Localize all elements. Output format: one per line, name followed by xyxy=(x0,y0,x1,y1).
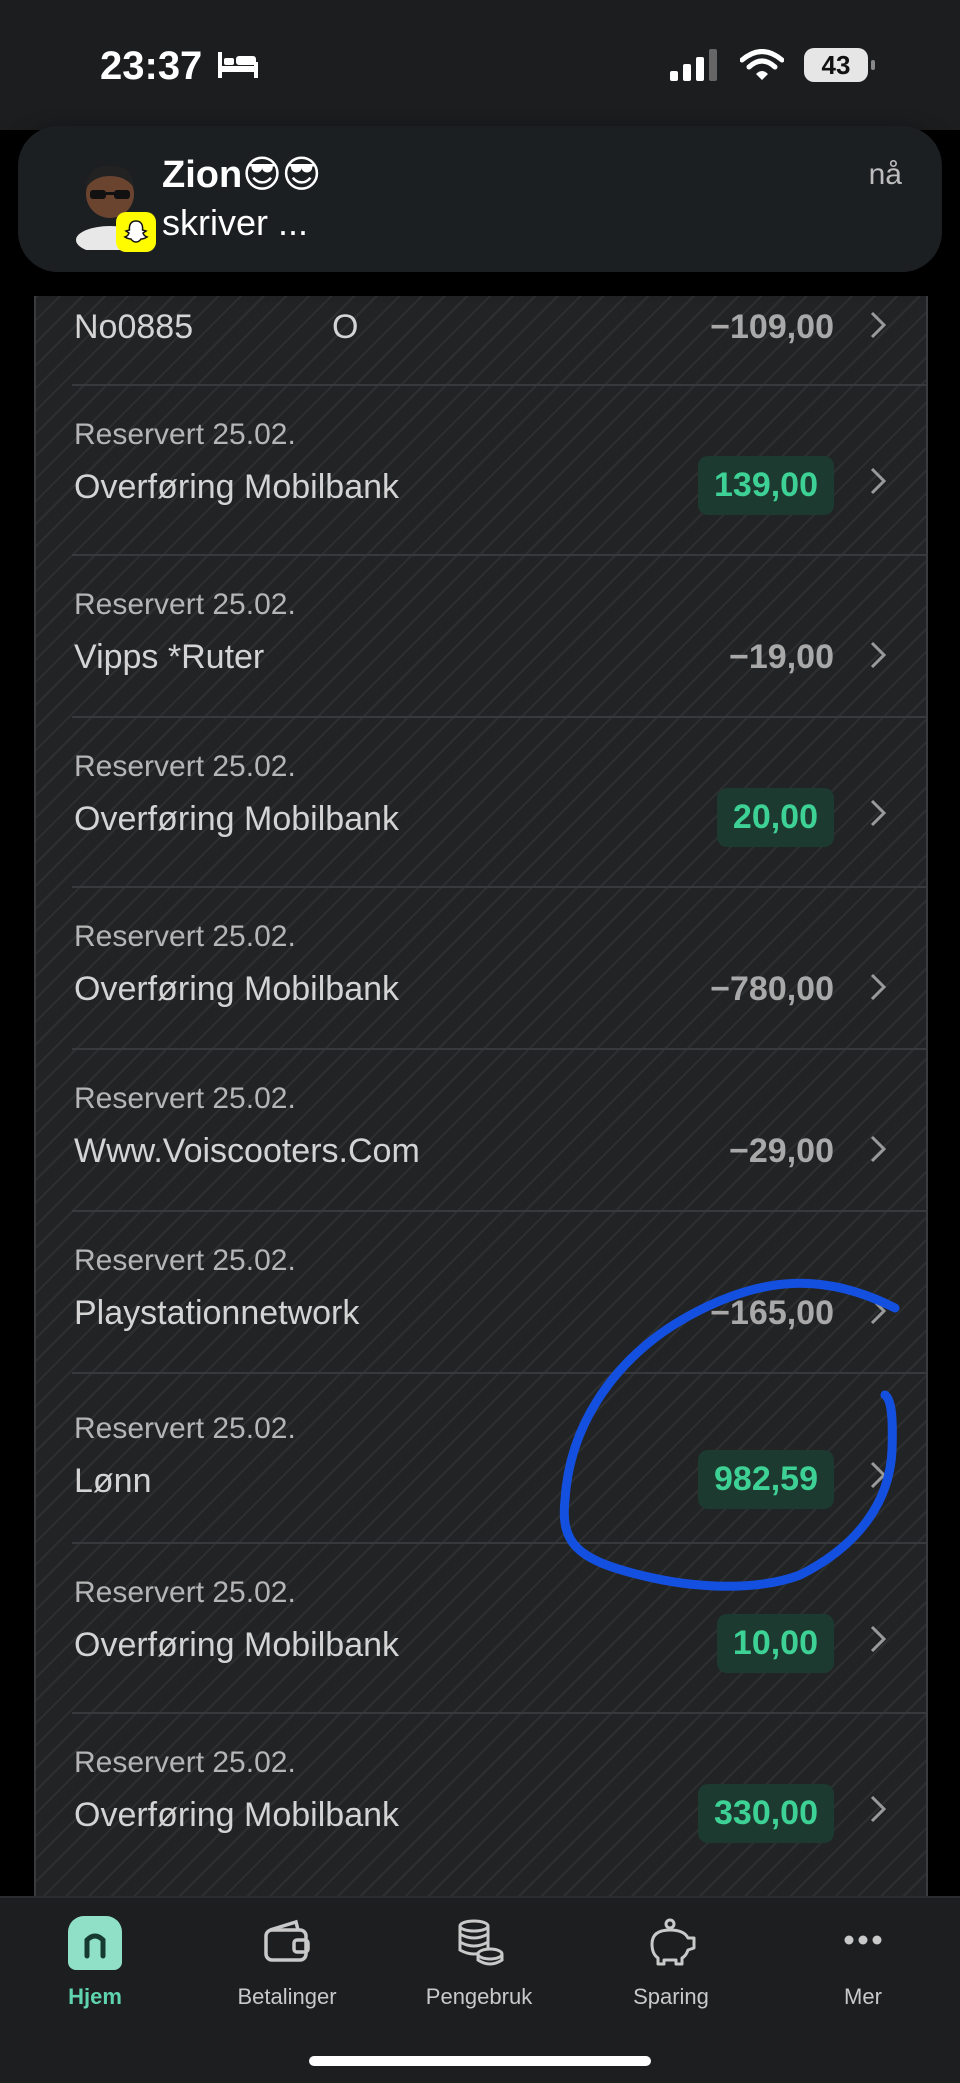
chevron-right-icon xyxy=(870,1297,887,1325)
tab-label: Mer xyxy=(844,1984,882,2009)
transaction-date: Reservert 25.02. xyxy=(74,1412,296,1445)
transaction-date: Reservert 25.02. xyxy=(74,1576,296,1609)
transaction-row[interactable]: Reservert 25.02. Overføring Mobilbank 13… xyxy=(36,386,926,556)
wallet-icon xyxy=(264,1919,310,1962)
transaction-row[interactable]: Reservert 25.02. Vipps *Ruter −19,00 xyxy=(36,556,926,718)
coins-icon xyxy=(458,1919,504,1966)
transaction-amount: −29,00 xyxy=(729,1132,834,1170)
transaction-amount: 982,59 xyxy=(698,1450,834,1509)
transaction-description: Overføring Mobilbank xyxy=(74,468,400,506)
status-bar: 23:37 43 xyxy=(0,0,960,130)
tab-label: Pengebruk xyxy=(425,1984,533,2009)
chevron-right-icon xyxy=(870,1795,887,1823)
transaction-description: Www.Voiscooters.Com xyxy=(74,1132,420,1170)
transaction-description: Playstationnetwork xyxy=(74,1294,360,1332)
transaction-date: Reservert 25.02. xyxy=(74,1244,296,1277)
transaction-description: Overføring Mobilbank xyxy=(74,970,400,1008)
notification-banner[interactable]: Zion😎😎 skriver ... nå xyxy=(18,126,942,272)
home-indicator xyxy=(309,2056,651,2066)
transaction-row[interactable]: Reservert 25.02. Overføring Mobilbank 20… xyxy=(36,718,926,888)
signal-icon xyxy=(670,49,717,81)
tab-betalinger[interactable]: Betalinger xyxy=(212,1916,362,2010)
transaction-amount: 20,00 xyxy=(716,788,834,847)
chevron-right-icon xyxy=(870,799,887,827)
transaction-amount: −165,00 xyxy=(710,1294,834,1332)
chevron-right-icon xyxy=(870,1461,887,1489)
snapchat-icon xyxy=(116,212,156,252)
tab-label: Hjem xyxy=(68,1984,122,2009)
tab-bar: Hjem Betalinger Pengebruk Sparing Mer xyxy=(0,1896,960,2083)
transaction-date: Reservert 25.02. xyxy=(74,750,296,783)
notification-time: nå xyxy=(868,158,902,191)
chevron-right-icon xyxy=(870,1625,887,1653)
transaction-date: Reservert 25.02. xyxy=(74,588,296,621)
tab-sparing[interactable]: Sparing xyxy=(596,1916,746,2010)
transaction-extra: O xyxy=(332,308,359,346)
transaction-description: Lønn xyxy=(74,1462,152,1500)
transaction-amount: −109,00 xyxy=(710,308,834,346)
transaction-date: Reservert 25.02. xyxy=(74,1082,296,1115)
transaction-row[interactable]: Reservert 25.02. Overføring Mobilbank 10… xyxy=(36,1544,926,1714)
tab-pengebruk[interactable]: Pengebruk xyxy=(404,1916,554,2010)
more-icon xyxy=(844,1935,882,1945)
transaction-date: Reservert 25.02. xyxy=(74,418,296,451)
chevron-right-icon xyxy=(870,641,887,669)
transaction-row[interactable]: Reservert 25.02. Playstationnetwork −165… xyxy=(36,1212,926,1374)
notification-body: skriver ... xyxy=(162,202,309,243)
tab-label: Sparing xyxy=(633,1984,709,2009)
notification-title: Zion😎😎 xyxy=(162,154,322,196)
wifi-icon xyxy=(740,49,784,80)
transaction-description: No0885 xyxy=(74,308,194,346)
transaction-amount: −780,00 xyxy=(710,970,834,1008)
transaction-date: Reservert 25.02. xyxy=(74,920,296,953)
tab-hjem[interactable]: Hjem xyxy=(20,1916,170,2010)
transaction-description: Overføring Mobilbank xyxy=(74,1796,400,1834)
chevron-right-icon xyxy=(870,311,887,339)
transaction-row[interactable]: Reservert 25.02. Lønn 982,59 xyxy=(36,1374,926,1544)
transaction-date: Reservert 25.02. xyxy=(74,1746,296,1779)
status-right: 43 xyxy=(670,48,875,82)
transaction-description: Overføring Mobilbank xyxy=(74,800,400,838)
tab-mer[interactable]: Mer xyxy=(788,1916,938,2010)
bed-icon xyxy=(218,52,258,78)
transaction-amount: 330,00 xyxy=(698,1784,834,1843)
transaction-row[interactable]: Reservert 25.02. Overføring Mobilbank −7… xyxy=(36,888,926,1050)
transaction-amount: 139,00 xyxy=(698,456,834,515)
transaction-description: Vipps *Ruter xyxy=(74,638,265,676)
chevron-right-icon xyxy=(870,973,887,1001)
transaction-amount: −19,00 xyxy=(729,638,834,676)
battery-indicator: 43 xyxy=(804,48,875,82)
home-icon xyxy=(68,1916,122,1970)
transaction-amount: 10,00 xyxy=(716,1614,834,1673)
transaction-row[interactable]: Reservert 25.02. Overføring Mobilbank 33… xyxy=(36,1714,926,1896)
transaction-description: Overføring Mobilbank xyxy=(74,1626,400,1664)
chevron-right-icon xyxy=(870,467,887,495)
transaction-row[interactable]: Reservert 25.02. Www.Voiscooters.Com −29… xyxy=(36,1050,926,1212)
transaction-list: No0885 O −109,00 Reservert 25.02. Overfø… xyxy=(34,296,928,1896)
piggy-bank-icon xyxy=(650,1918,696,1966)
status-time: 23:37 xyxy=(100,44,203,88)
chevron-right-icon xyxy=(870,1135,887,1163)
transaction-row[interactable]: No0885 O −109,00 xyxy=(36,296,926,386)
tab-label: Betalinger xyxy=(237,1984,337,2009)
